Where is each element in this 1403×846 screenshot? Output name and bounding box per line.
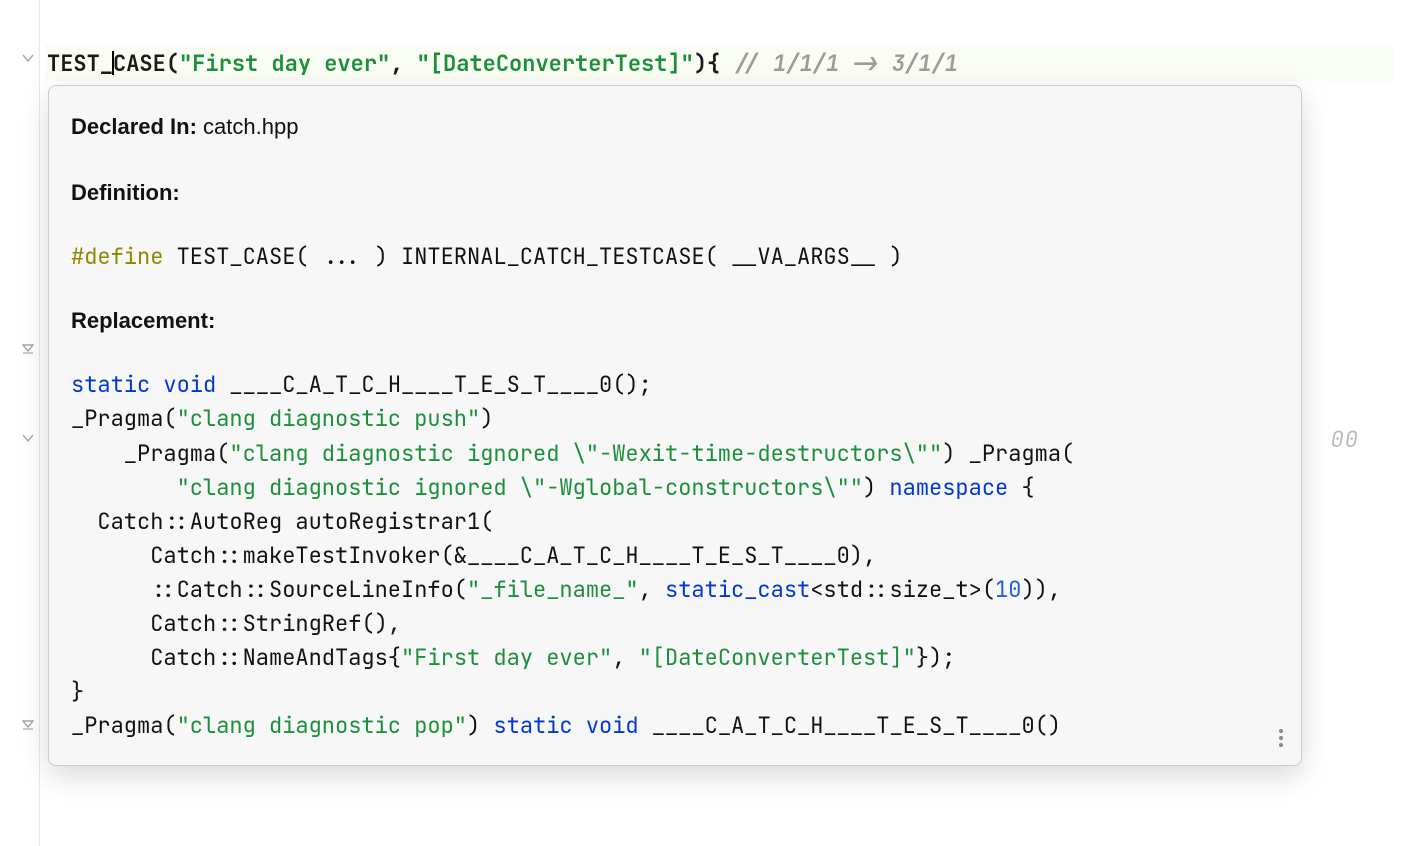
more-options-icon[interactable] (1275, 725, 1287, 751)
code-token-keyword: void (163, 370, 216, 399)
code-token: }); (916, 643, 956, 672)
code-token-keyword: namespace (889, 473, 1008, 502)
code-token-string: "_file_name_" (467, 575, 639, 604)
code-token: ) (480, 404, 493, 433)
code-token-keyword: #define (71, 242, 163, 271)
code-token-number: 10 (995, 575, 1021, 604)
code-token-string: "First day ever" (179, 49, 390, 78)
code-token: ) (863, 473, 889, 502)
code-token-comment: // 1/1/1 -> 3/1/1 (733, 49, 957, 78)
documentation-popup: Declared In: catch.hpp Definition: #defi… (48, 85, 1302, 766)
fold-toggle-icon[interactable] (22, 432, 36, 446)
code-token: _Pragma( (71, 404, 177, 433)
code-token: )), (1021, 575, 1061, 604)
code-token: Catch::AutoReg autoRegistrar1( (71, 507, 493, 536)
code-token: _Pragma( (71, 711, 177, 740)
code-token-function: CASE (113, 49, 166, 78)
code-token: { (707, 49, 733, 78)
fold-toggle-icon[interactable] (22, 52, 36, 66)
code-line[interactable]: TEST_CASE("First day ever", "[DateConver… (45, 45, 1393, 81)
code-token (150, 370, 163, 399)
code-token: } (71, 677, 84, 706)
code-token-string: "clang diagnostic push" (177, 404, 481, 433)
code-token-string: "First day ever" (401, 643, 612, 672)
code-token-keyword: static_cast (665, 575, 810, 604)
replacement-label: Replacement: (71, 304, 1279, 338)
code-token-string: "clang diagnostic pop" (177, 711, 467, 740)
code-token-string: "[DateConverterTest]" (417, 49, 694, 78)
code-editor[interactable]: TEST_CASE("First day ever", "[DateConver… (0, 0, 1403, 846)
code-token-string: "clang diagnostic ignored \"-Wglobal-con… (177, 473, 863, 502)
code-token-string: "clang diagnostic ignored \"-Wexit-time-… (229, 439, 942, 468)
code-token: ( (166, 49, 179, 78)
declared-in-value: catch.hpp (197, 114, 299, 139)
code-token (573, 711, 586, 740)
code-token: Catch::NameAndTags{ (71, 643, 401, 672)
code-token (71, 473, 177, 502)
code-token-keyword: void (586, 711, 639, 740)
code-token: ) (694, 49, 707, 78)
code-token: { (1008, 473, 1034, 502)
code-token: , (639, 575, 665, 604)
code-token-keyword: static (493, 711, 572, 740)
editor-gutter (0, 0, 40, 846)
code-token: , (612, 643, 638, 672)
code-token: ::Catch::SourceLineInfo( (71, 575, 467, 604)
code-token: , (390, 49, 416, 78)
code-token: ____C_A_T_C_H____T_E_S_T____0(); (216, 370, 652, 399)
definition-label: Definition: (71, 176, 1279, 210)
code-token: ) (467, 711, 493, 740)
code-token: Catch::StringRef(), (71, 609, 401, 638)
fold-collapsed-icon[interactable] (22, 342, 36, 356)
inline-hint: 00 (1331, 425, 1359, 454)
replacement-code: static void ____C_A_T_C_H____T_E_S_T____… (71, 368, 1279, 743)
code-token: Catch::makeTestInvoker(&____C_A_T_C_H___… (71, 541, 876, 570)
code-token: TEST_CASE( ... ) INTERNAL_CATCH_TESTCASE… (163, 242, 902, 271)
code-token: <std::size_t>( (810, 575, 995, 604)
code-token-string: "[DateConverterTest]" (639, 643, 916, 672)
code-token-keyword: static (71, 370, 150, 399)
declared-in-label: Declared In: (71, 114, 197, 139)
code-token: ) _Pragma( (942, 439, 1074, 468)
fold-collapsed-icon[interactable] (22, 718, 36, 732)
definition-code: #define TEST_CASE( ... ) INTERNAL_CATCH_… (71, 240, 1279, 274)
code-token-function: TEST_ (47, 49, 113, 78)
code-token: _Pragma( (71, 439, 229, 468)
code-token: ____C_A_T_C_H____T_E_S_T____0() (639, 711, 1061, 740)
